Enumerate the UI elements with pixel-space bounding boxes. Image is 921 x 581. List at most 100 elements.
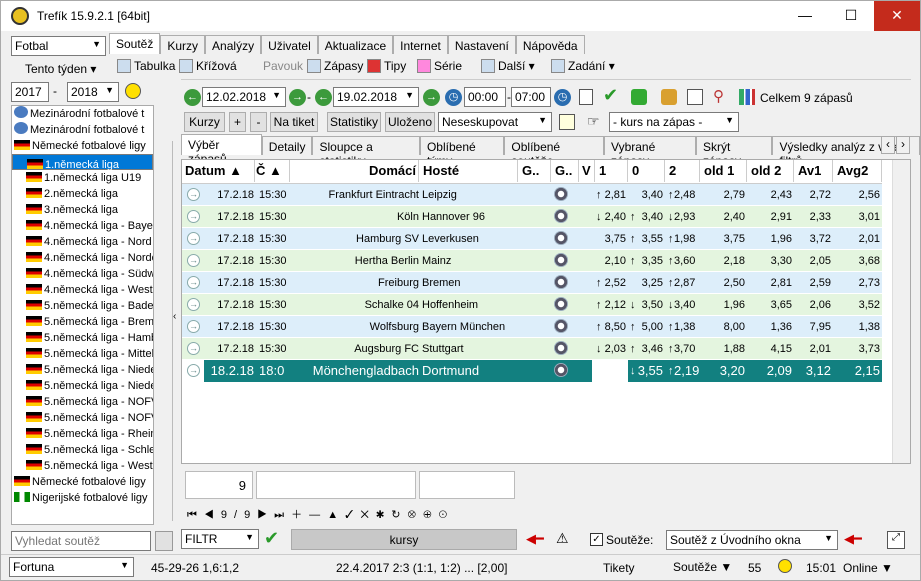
sub-tab[interactable]: Skrýt zápasy: [695, 136, 773, 168]
prev-date-icon[interactable]: ←: [184, 89, 201, 106]
minus-button[interactable]: -: [250, 112, 267, 132]
expand-icon[interactable]: ⤢: [887, 531, 905, 549]
stats-icon[interactable]: [554, 363, 568, 377]
tree-item[interactable]: 4.německá liga - West: [12, 282, 153, 298]
col-avg2[interactable]: Avg2: [834, 160, 882, 182]
tree-item[interactable]: 5.německá liga - Niede: [12, 362, 153, 378]
odds-select[interactable]: - kurs na zápas - ▼: [609, 112, 739, 132]
filtr-select[interactable]: FILTR ▼: [181, 529, 259, 549]
plus-button[interactable]: +: [229, 112, 246, 132]
tree-item[interactable]: 5.německá liga - West: [12, 458, 153, 474]
tree-item[interactable]: 2.německá liga: [12, 186, 153, 202]
table-row[interactable]: → 17.2.18 15:30 Hertha Berlin Mainz 2,10 ↑ 3,35…: [182, 250, 882, 272]
kursy-bar[interactable]: kursy: [291, 529, 517, 550]
col-g2[interactable]: G..: [552, 160, 579, 182]
tree-item[interactable]: 5.německá liga - Rhein: [12, 426, 153, 442]
row-arrow-icon[interactable]: →: [187, 232, 200, 245]
date-from-input[interactable]: 12.02.2018 ▼: [202, 87, 286, 107]
date-to-input[interactable]: 19.02.2018 ▼: [333, 87, 419, 107]
kurzy-button[interactable]: Kurzy: [184, 112, 225, 132]
tikety-button[interactable]: Tikety: [603, 561, 635, 575]
row-arrow-icon[interactable]: →: [187, 210, 200, 223]
table-row[interactable]: → 17.2.18 15:30 Wolfsburg Bayern München ↑ 8,5…: [182, 316, 882, 338]
sub-tab[interactable]: Výběr zápasů: [181, 134, 262, 166]
menu-tab[interactable]: Aktualizace: [317, 35, 394, 54]
table-row[interactable]: → 18.2.18 18:0 Mönchengladbach Dortmund ↓ 3,20…: [182, 360, 882, 382]
col-c[interactable]: Č ▲: [256, 160, 290, 182]
search-competition-input[interactable]: Vyhledat soutěž: [11, 531, 151, 551]
tree-item[interactable]: 4.německá liga - Nord: [12, 234, 153, 250]
table-row[interactable]: → 17.2.18 15:30 Hamburg SV Leverkusen 3,75 ↑ 3,…: [182, 228, 882, 250]
magnifier-icon[interactable]: ⚲: [713, 87, 724, 105]
tree-item[interactable]: 5.německá liga - Niede: [12, 378, 153, 394]
menu-tab[interactable]: Uživatel: [261, 35, 318, 54]
col-old2[interactable]: old 2: [748, 160, 794, 182]
panel-splitter[interactable]: [172, 141, 180, 521]
row-arrow-icon[interactable]: →: [187, 276, 200, 289]
warning-icon[interactable]: ⚠: [556, 530, 569, 547]
week-dropdown[interactable]: Tento týden ▾: [25, 62, 96, 76]
menu-tab[interactable]: Nápověda: [515, 35, 585, 54]
col-av1[interactable]: Av1: [795, 160, 833, 182]
group-select[interactable]: Neseskupovat ▼: [438, 112, 552, 132]
record-navigator[interactable]: ⏮ ◀ 9 / 9 ▶ ⏭ ＋ — ▲ ✓ ✕ ✱ ↻ ⊗ ⊕ ⊙: [187, 506, 449, 522]
row-arrow-icon[interactable]: →: [187, 342, 200, 355]
menu-tab[interactable]: Analýzy: [205, 35, 262, 54]
year-from-select[interactable]: 2017: [11, 82, 49, 102]
col-old1[interactable]: old 1: [701, 160, 747, 182]
tree-item[interactable]: Mezinárodní fotbalové t: [12, 106, 153, 122]
grid-scrollbar[interactable]: [892, 160, 910, 463]
row-arrow-icon[interactable]: →: [187, 298, 200, 311]
time-to-input[interactable]: 07:00: [511, 87, 551, 107]
sub-tab[interactable]: Detaily: [261, 136, 313, 155]
tree-item[interactable]: 1.německá liga U19: [12, 170, 153, 186]
tree-item[interactable]: 3.německá liga: [12, 202, 153, 218]
tabs-right-arrow[interactable]: ›: [896, 136, 910, 154]
menu-tab[interactable]: Internet: [393, 35, 448, 54]
tree-item[interactable]: 5.německá liga - Hamb: [12, 330, 153, 346]
table-row[interactable]: → 17.2.18 15:30 Freiburg Bremen ↑ 2,52 3,25 ↑ 2,8…: [182, 272, 882, 294]
tree-item[interactable]: 5.německá liga - Mittel: [12, 346, 153, 362]
tree-item[interactable]: Německé fotbalové ligy: [12, 474, 153, 490]
na-tiket-button[interactable]: Na tiket: [270, 112, 318, 132]
krizova-button[interactable]: Křížová: [179, 59, 237, 73]
sport-select[interactable]: Fotbal ▼: [11, 36, 106, 56]
minimize-button[interactable]: —: [782, 1, 828, 31]
search-icon[interactable]: [155, 531, 173, 551]
menu-tab[interactable]: Kurzy: [160, 35, 206, 54]
online-status[interactable]: Online ▼: [843, 561, 893, 575]
save-icon[interactable]: [559, 114, 575, 130]
stats-icon[interactable]: [554, 209, 568, 223]
soutez-select[interactable]: Soutěž z Úvodního okna ▼: [666, 530, 838, 550]
chart-icon[interactable]: [739, 89, 755, 105]
col-hoste[interactable]: Hosté: [420, 160, 518, 182]
tree-item[interactable]: 5.německá liga - Breme: [12, 314, 153, 330]
row-arrow-icon[interactable]: →: [187, 188, 200, 201]
note-icon[interactable]: [687, 89, 703, 105]
statistiky-button[interactable]: Statistiky: [327, 112, 381, 132]
tree-item[interactable]: Mezinárodní fotbalové t: [12, 122, 153, 138]
next-date-icon[interactable]: →: [289, 89, 306, 106]
sub-tab[interactable]: Oblíbené soutěže: [504, 136, 605, 168]
table-row[interactable]: → 17.2.18 15:30 Augsburg FC Stuttgart ↓ 2,03 ↑ 3…: [182, 338, 882, 360]
refresh-time-icon[interactable]: ◷: [554, 89, 571, 106]
tree-item[interactable]: 4.německá liga - Südw: [12, 266, 153, 282]
tabs-left-arrow[interactable]: ‹: [881, 136, 895, 154]
menu-tab[interactable]: Soutěž: [109, 33, 161, 54]
tree-item[interactable]: 1.německá liga: [12, 154, 153, 171]
apply-check-icon[interactable]: ✔: [264, 528, 279, 549]
year-to-select[interactable]: 2018 ▼: [67, 82, 119, 102]
ball-icon[interactable]: [125, 83, 141, 99]
stats-icon[interactable]: [554, 231, 568, 245]
calendar-icon[interactable]: [579, 89, 593, 105]
col-datum[interactable]: Datum ▲: [185, 160, 255, 182]
col-k2[interactable]: 2: [666, 160, 700, 182]
stats-icon[interactable]: [554, 187, 568, 201]
row-arrow-icon[interactable]: →: [187, 364, 200, 377]
table-row[interactable]: → 17.2.18 15:30 Frankfurt Eintracht Leipzig ↑…: [182, 184, 882, 206]
col-g1[interactable]: G..: [519, 160, 551, 182]
stats-icon[interactable]: [554, 319, 568, 333]
person-icon[interactable]: [661, 89, 677, 105]
pavouk-button[interactable]: Pavouk: [263, 59, 303, 73]
stats-icon[interactable]: [554, 297, 568, 311]
